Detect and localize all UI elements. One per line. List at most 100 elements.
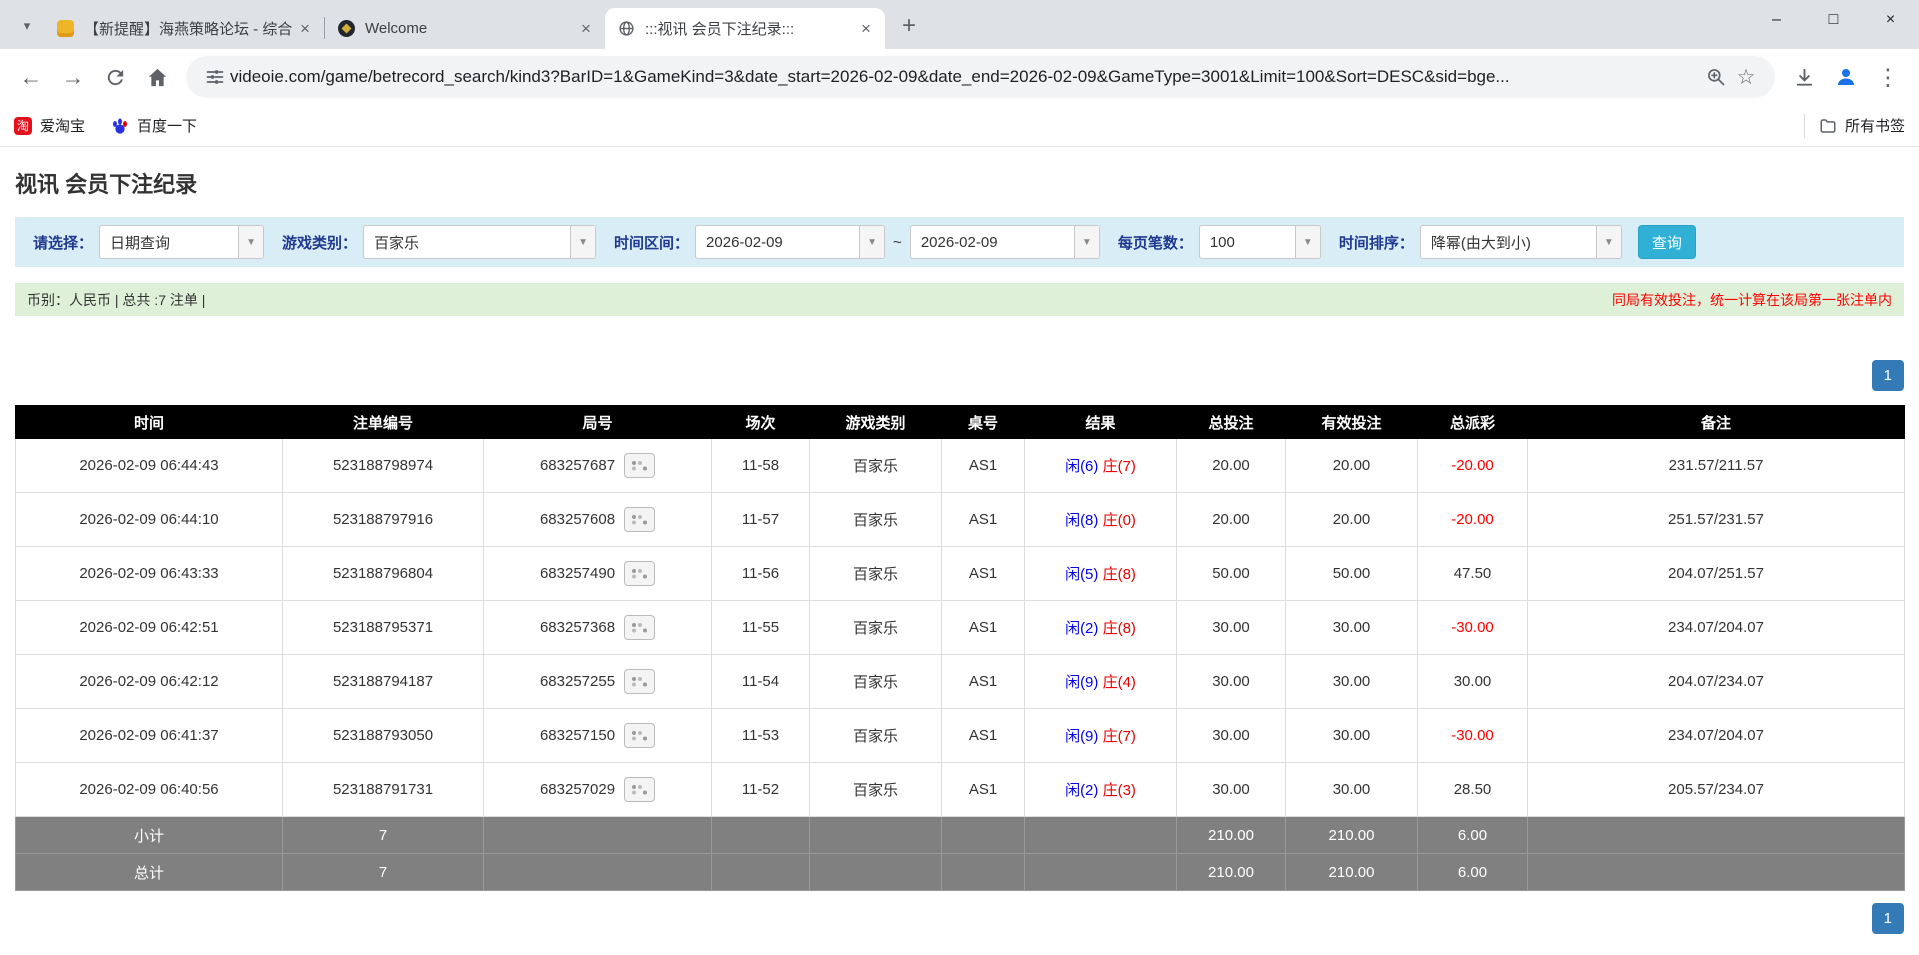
chevron-down-icon[interactable]: ▼ xyxy=(1073,226,1099,258)
home-icon[interactable] xyxy=(136,56,178,98)
header-round: 局号 xyxy=(483,405,712,439)
tab-forum[interactable]: 【新提醒】海燕策略论坛 - 综合 × xyxy=(44,8,324,49)
forward-icon[interactable]: → xyxy=(52,56,94,98)
result-player: 闲(9) xyxy=(1065,674,1099,691)
cell-total-bet-link[interactable]: 50.00 xyxy=(1176,546,1286,601)
cell-game: 百家乐 xyxy=(809,654,942,709)
navigation-bar: ← → videoie.com/game/betrecord_search/ki… xyxy=(0,49,1919,105)
table-row: 2026-02-09 06:42:12 523188794187 6832572… xyxy=(15,654,1905,709)
cell-table-no: AS1 xyxy=(941,654,1025,709)
tab-bet-records[interactable]: :::视讯 会员下注纪录::: × xyxy=(605,8,885,49)
cell-bet-id: 523188791731 xyxy=(282,762,484,817)
result-player: 闲(6) xyxy=(1065,458,1099,475)
all-bookmarks-button[interactable]: 所有书签 xyxy=(1819,115,1905,136)
cell-time: 2026-02-09 06:41:37 xyxy=(15,708,283,763)
site-settings-icon[interactable] xyxy=(200,62,230,92)
cell-round: 683257490 xyxy=(483,546,712,601)
round-id: 683257490 xyxy=(539,565,616,582)
url-bar[interactable]: videoie.com/game/betrecord_search/kind3?… xyxy=(186,56,1775,98)
round-id: 683257687 xyxy=(539,457,616,474)
tab-welcome[interactable]: Welcome × xyxy=(325,8,605,49)
roadmap-icon[interactable] xyxy=(624,453,656,478)
cell-note: 251.57/231.57 xyxy=(1527,492,1905,547)
bookmark-aitaobao[interactable]: 淘 爱淘宝 xyxy=(14,115,85,136)
bookmark-label: 爱淘宝 xyxy=(40,118,86,135)
page-number-button[interactable]: 1 xyxy=(1871,360,1904,391)
cell-bet-id: 523188796804 xyxy=(282,546,484,601)
cell-note: 234.07/204.07 xyxy=(1527,708,1905,763)
new-tab-icon[interactable]: + xyxy=(893,10,925,42)
roadmap-icon[interactable] xyxy=(624,669,656,694)
profile-icon[interactable] xyxy=(1825,56,1867,98)
close-icon[interactable]: × xyxy=(294,18,316,40)
roadmap-icon[interactable] xyxy=(624,615,656,640)
header-total-bet: 总投注 xyxy=(1176,405,1286,439)
subtotal-total-bet: 210.00 xyxy=(1176,816,1286,854)
zoom-icon[interactable] xyxy=(1701,62,1731,92)
chevron-down-icon[interactable]: ▼ xyxy=(238,226,264,258)
select-mode-dropdown[interactable]: 日期查询 ▼ xyxy=(99,225,265,259)
page-number-button[interactable]: 1 xyxy=(1871,903,1904,934)
cell-table-no: AS1 xyxy=(941,600,1025,655)
search-button[interactable]: 查询 xyxy=(1637,225,1696,259)
total-count: 7 xyxy=(282,853,484,891)
per-page-dropdown[interactable]: 100 ▼ xyxy=(1198,225,1321,259)
result-player: 闲(2) xyxy=(1065,782,1099,799)
cell-total-bet-link[interactable]: 20.00 xyxy=(1176,492,1286,547)
roadmap-icon[interactable] xyxy=(624,777,656,802)
close-icon[interactable]: × xyxy=(855,18,877,40)
subtotal-valid-bet: 210.00 xyxy=(1285,816,1418,854)
cell-session: 11-52 xyxy=(711,762,810,817)
tab-search-icon[interactable]: ▾ xyxy=(12,11,42,41)
maximize-icon[interactable]: □ xyxy=(1805,0,1862,40)
roadmap-icon[interactable] xyxy=(624,507,656,532)
cell-total-bet-link[interactable]: 30.00 xyxy=(1176,654,1286,709)
reload-icon[interactable] xyxy=(94,56,136,98)
cell-payout: -20.00 xyxy=(1417,438,1528,493)
cell-valid-bet: 30.00 xyxy=(1285,600,1418,655)
bookmark-baidu[interactable]: 百度一下 xyxy=(111,115,197,136)
all-bookmarks-label: 所有书签 xyxy=(1844,118,1905,135)
chevron-down-icon[interactable]: ▼ xyxy=(570,226,596,258)
window-close-icon[interactable]: × xyxy=(1862,0,1919,40)
chevron-down-icon[interactable]: ▼ xyxy=(1294,226,1320,258)
currency-summary-text: 币别：人民币 | 总共 :7 注单 | xyxy=(27,291,206,308)
date-start-input[interactable]: 2026-02-09 ▼ xyxy=(695,225,886,259)
round-id: 683257029 xyxy=(539,781,616,798)
cell-time: 2026-02-09 06:42:51 xyxy=(15,600,283,655)
round-id: 683257368 xyxy=(539,619,616,636)
cell-total-bet-link[interactable]: 30.00 xyxy=(1176,708,1286,763)
cell-valid-bet: 30.00 xyxy=(1285,762,1418,817)
cell-total-bet-link[interactable]: 30.00 xyxy=(1176,600,1286,655)
cell-result: 闲(2) 庄(3) xyxy=(1024,762,1177,817)
back-icon[interactable]: ← xyxy=(10,56,52,98)
close-icon[interactable]: × xyxy=(575,18,597,40)
cell-valid-bet: 20.00 xyxy=(1285,438,1418,493)
cell-table-no: AS1 xyxy=(941,492,1025,547)
table-row: 2026-02-09 06:42:51 523188795371 6832573… xyxy=(15,600,1905,655)
round-id: 683257150 xyxy=(539,727,616,744)
roadmap-icon[interactable] xyxy=(624,561,656,586)
download-icon[interactable] xyxy=(1783,56,1825,98)
pagination-top: 1 xyxy=(15,360,1904,391)
per-page-value: 100 xyxy=(1209,233,1235,251)
cell-total-bet-link[interactable]: 20.00 xyxy=(1176,438,1286,493)
cell-bet-id: 523188793050 xyxy=(282,708,484,763)
sort-dropdown[interactable]: 降幂(由大到小) ▼ xyxy=(1419,225,1622,259)
cell-game: 百家乐 xyxy=(809,600,942,655)
result-banker: 庄(4) xyxy=(1102,674,1136,691)
date-end-input[interactable]: 2026-02-09 ▼ xyxy=(909,225,1100,259)
menu-icon[interactable]: ⋮ xyxy=(1867,56,1909,98)
chevron-down-icon[interactable]: ▼ xyxy=(1595,226,1621,258)
page-content: 视讯 会员下注纪录 请选择： 日期查询 ▼ 游戏类别： 百家乐 ▼ 时间区间： … xyxy=(0,147,1919,955)
cell-note: 204.07/234.07 xyxy=(1527,654,1905,709)
game-type-dropdown[interactable]: 百家乐 ▼ xyxy=(363,225,597,259)
roadmap-icon[interactable] xyxy=(624,723,656,748)
cell-time: 2026-02-09 06:43:33 xyxy=(15,546,283,601)
url-text[interactable]: videoie.com/game/betrecord_search/kind3?… xyxy=(230,67,1701,87)
minimize-icon[interactable]: – xyxy=(1748,0,1805,40)
bookmark-star-icon[interactable]: ☆ xyxy=(1731,62,1761,92)
cell-total-bet-link[interactable]: 30.00 xyxy=(1176,762,1286,817)
taobao-icon: 淘 xyxy=(14,116,32,135)
chevron-down-icon[interactable]: ▼ xyxy=(859,226,885,258)
